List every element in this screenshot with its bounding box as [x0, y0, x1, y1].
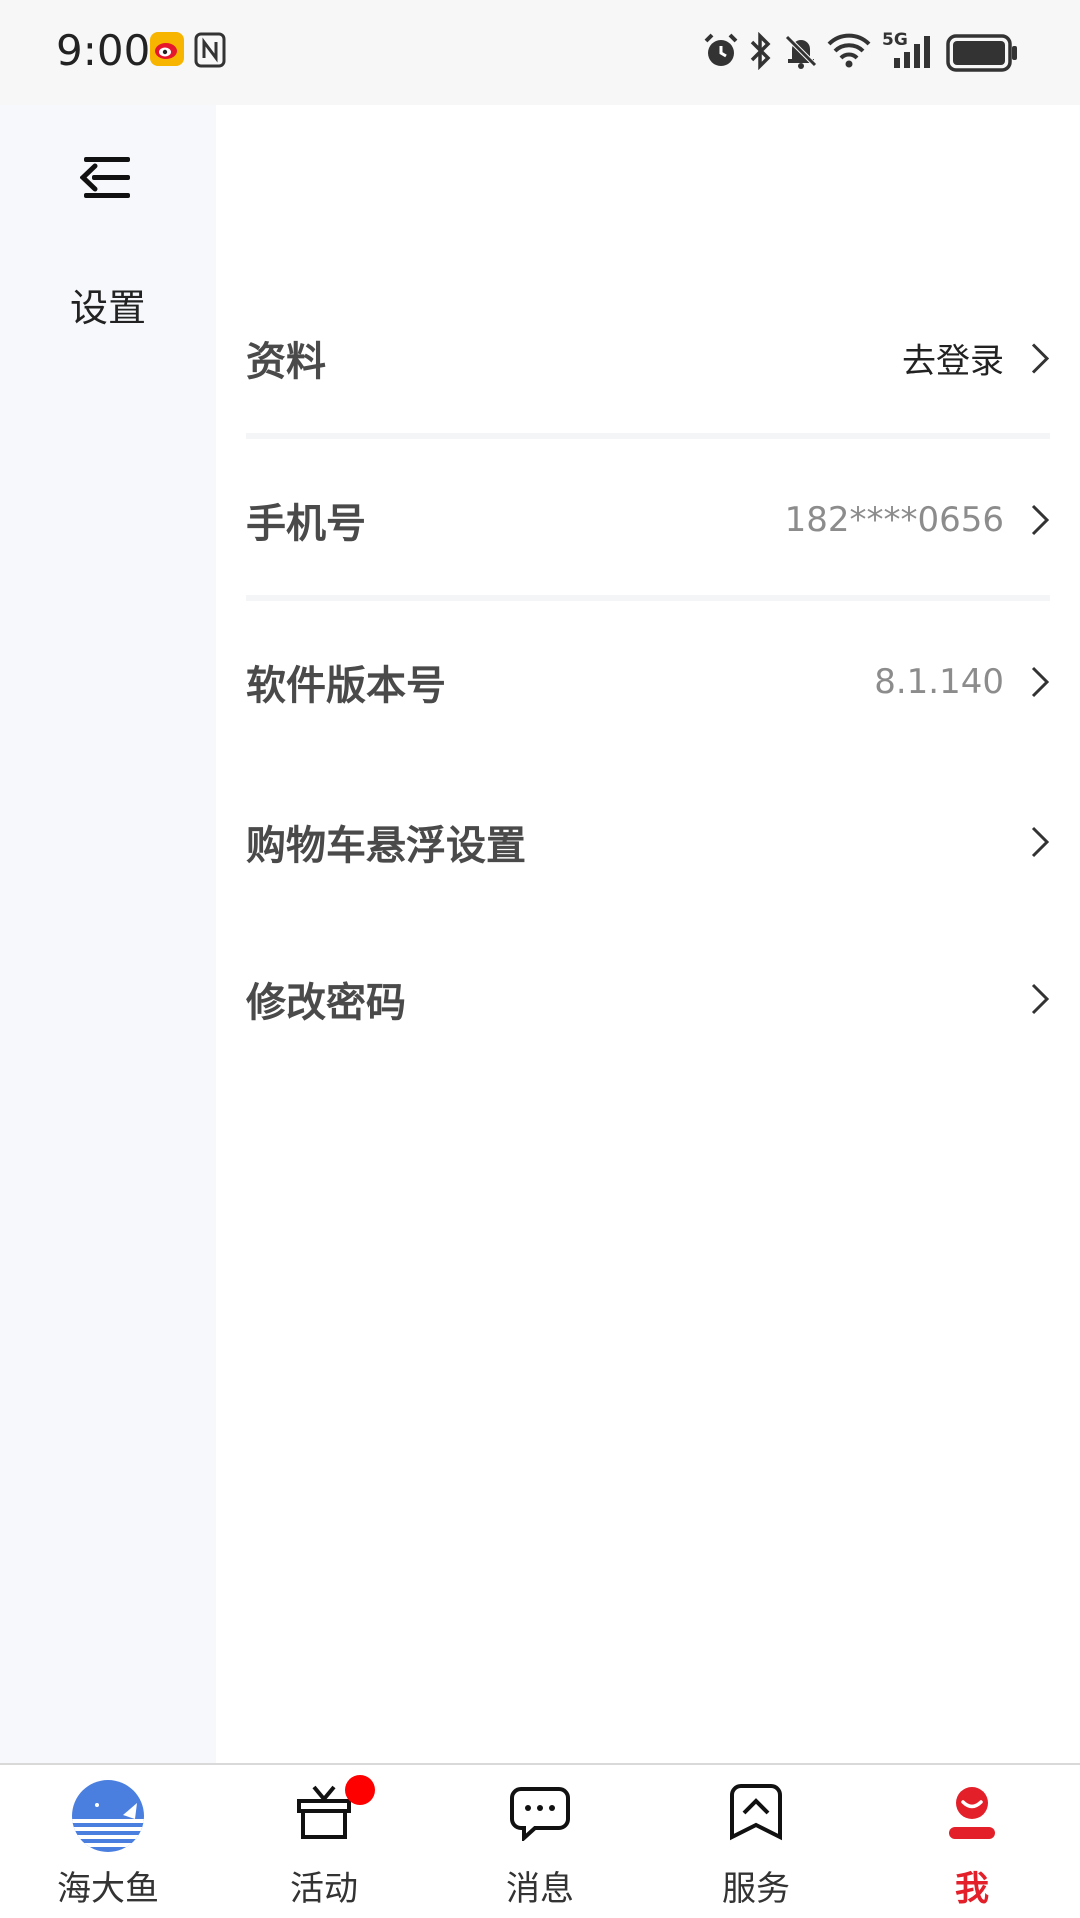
gift-icon	[297, 1785, 351, 1839]
nav-label: 消息	[506, 1869, 574, 1909]
notification-badge	[345, 1775, 375, 1805]
nfc-icon	[194, 32, 226, 68]
menu-back-icon[interactable]	[80, 155, 132, 201]
settings-row-cart-float[interactable]: 购物车悬浮设置	[246, 763, 1050, 920]
nav-label: 海大鱼	[57, 1869, 159, 1909]
bookmark-icon	[730, 1784, 782, 1841]
chevron-right-icon	[1031, 826, 1050, 857]
status-time: 9:00	[56, 26, 151, 75]
settings-row-label: 手机号	[246, 501, 366, 547]
settings-screen: 9:00 5G 设置 资料 去登录 手机号 182****0656 软件版本号 …	[0, 0, 1080, 1918]
bottom-nav: 海大鱼 活动 消息 服务 我	[0, 1763, 1080, 1918]
chevron-right-icon	[1031, 504, 1050, 536]
mute-icon	[785, 35, 817, 69]
chevron-right-icon	[1031, 342, 1050, 374]
battery-icon	[946, 34, 1017, 72]
settings-row-label: 修改密码	[246, 979, 406, 1026]
settings-list: 资料 去登录 手机号 182****0656 软件版本号 8.1.140 购物车…	[246, 277, 1050, 1077]
alarm-icon	[704, 33, 738, 66]
settings-row-label: 购物车悬浮设置	[246, 822, 526, 869]
settings-row-change-password[interactable]: 修改密码	[246, 920, 1050, 1077]
nav-item-me[interactable]: 我	[864, 1765, 1080, 1918]
5g-signal-icon: 5G	[882, 30, 934, 70]
nav-item-activity[interactable]: 活动	[216, 1765, 432, 1918]
chevron-right-icon	[1031, 983, 1050, 1014]
nav-label: 我	[955, 1869, 989, 1909]
chevron-right-icon	[1031, 666, 1050, 698]
sidebar-item-settings[interactable]: 设置	[0, 277, 216, 332]
settings-row-profile[interactable]: 资料 去登录	[246, 277, 1050, 439]
user-icon	[949, 1787, 995, 1839]
login-link[interactable]: 去登录	[902, 334, 1004, 383]
whale-logo-icon	[72, 1780, 144, 1852]
status-bar: 9:00 5G	[0, 0, 1080, 105]
nav-item-messages[interactable]: 消息	[432, 1765, 648, 1918]
settings-row-phone[interactable]: 手机号 182****0656	[246, 439, 1050, 601]
nav-item-services[interactable]: 服务	[648, 1765, 864, 1918]
nav-item-home[interactable]: 海大鱼	[0, 1765, 216, 1918]
wifi-icon	[827, 33, 871, 68]
chat-bubble-icon	[510, 1787, 570, 1841]
nav-label: 服务	[722, 1869, 790, 1909]
settings-row-label: 资料	[246, 339, 326, 385]
bluetooth-icon	[750, 32, 771, 70]
settings-row-label: 软件版本号	[246, 663, 446, 709]
settings-row-version[interactable]: 软件版本号 8.1.140	[246, 601, 1050, 763]
nav-label: 活动	[290, 1869, 358, 1909]
phone-value: 182****0656	[784, 500, 1004, 540]
weibo-icon	[150, 32, 184, 66]
sidebar: 设置	[0, 105, 216, 1763]
version-value: 8.1.140	[874, 662, 1004, 702]
